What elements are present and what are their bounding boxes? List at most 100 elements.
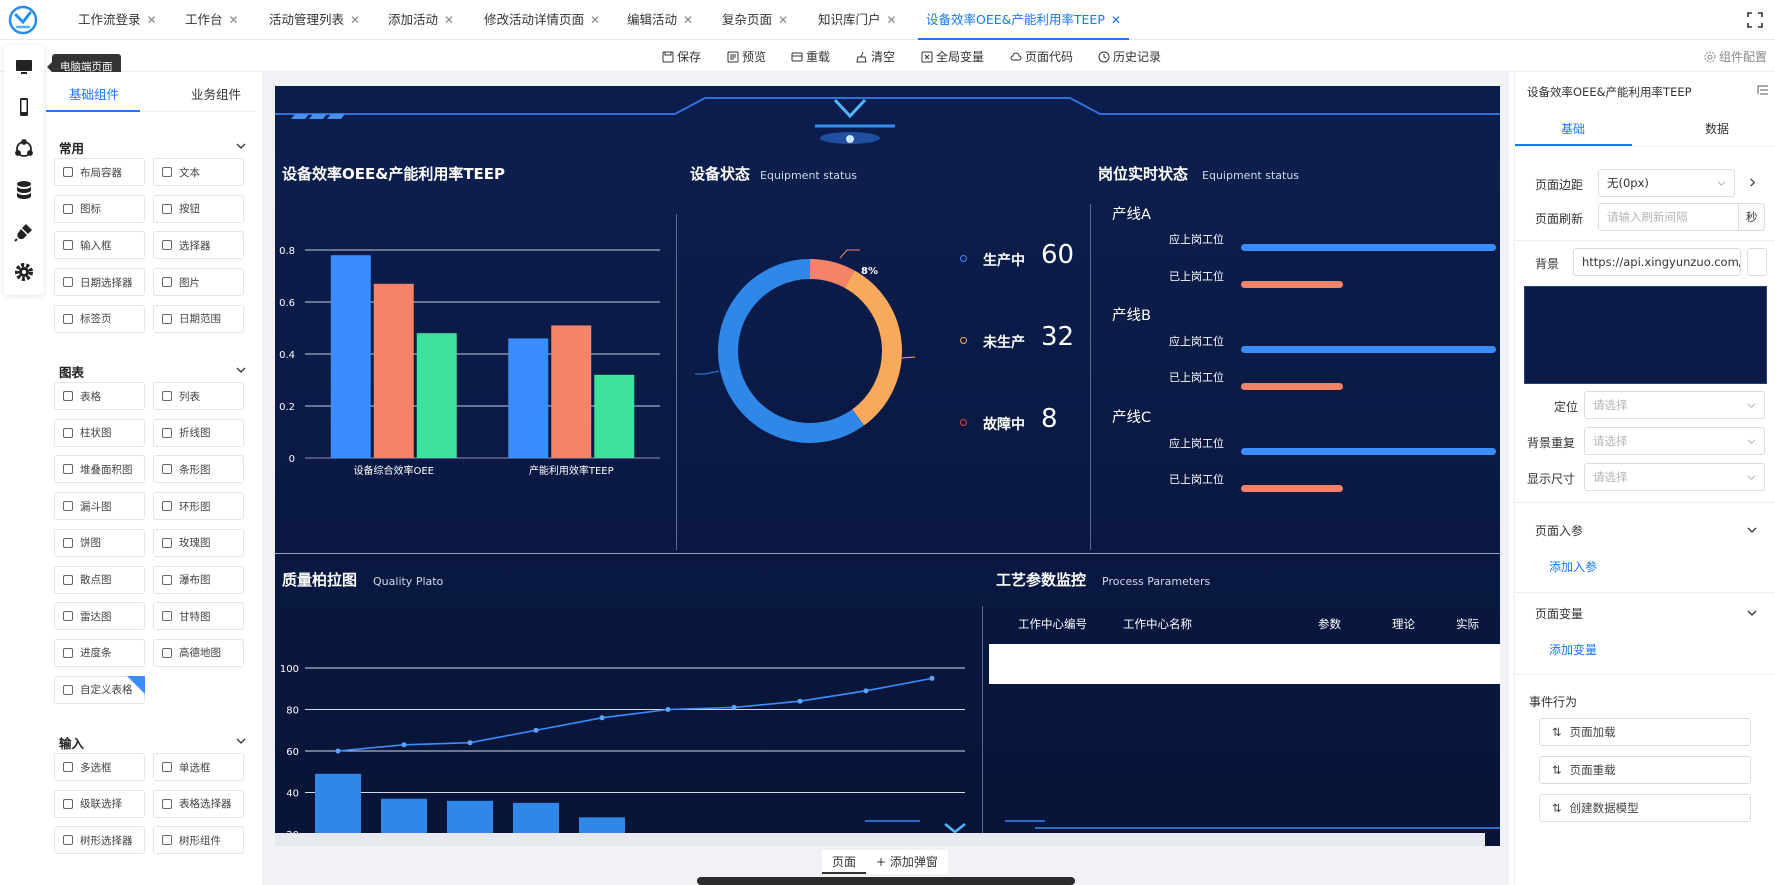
component-item[interactable]: 表格: [54, 382, 145, 410]
tree-icon[interactable]: [1757, 84, 1769, 96]
component-item[interactable]: 雷达图: [54, 602, 145, 631]
history-button[interactable]: 历史记录: [1098, 48, 1161, 65]
repeat-select[interactable]: 请选择: [1584, 427, 1765, 455]
tab-workbench[interactable]: 工作台 ✕: [185, 0, 239, 40]
component-item[interactable]: 输入框: [54, 231, 145, 260]
save-button[interactable]: 保存: [662, 48, 701, 65]
fullscreen-icon[interactable]: [1747, 12, 1763, 28]
tab-data[interactable]: 数据: [1705, 120, 1729, 137]
chevron-down-icon[interactable]: [236, 141, 246, 151]
canvas-hscroll[interactable]: [275, 833, 1485, 846]
tab-oee-teep[interactable]: 设备效率OEE&产能利用率TEEP ✕: [918, 0, 1129, 40]
component-item[interactable]: 按钮: [153, 194, 244, 223]
tab-basic[interactable]: 基础: [1561, 120, 1585, 137]
size-select[interactable]: 请选择: [1584, 463, 1765, 491]
global-vars-button[interactable]: 全局变量: [921, 48, 984, 65]
event-page-reload-button[interactable]: ⇅ 页面重载: [1539, 756, 1751, 784]
params-title: 页面入参: [1535, 524, 1584, 538]
tab-business-components[interactable]: 业务组件: [191, 84, 241, 103]
close-icon[interactable]: ✕: [147, 13, 157, 27]
close-icon[interactable]: ✕: [229, 13, 239, 27]
desktop-icon[interactable]: [12, 55, 36, 79]
margin-select[interactable]: 无(0px): [1598, 169, 1735, 197]
reload-button[interactable]: 重载: [791, 48, 830, 65]
tab-activity-list[interactable]: 活动管理列表 ✕: [269, 0, 360, 40]
component-config-button[interactable]: 组件配置: [1704, 48, 1767, 65]
event-page-load-button[interactable]: ⇅ 页面加载: [1539, 718, 1751, 746]
component-item[interactable]: 散点图: [54, 565, 145, 594]
section-inputs[interactable]: 输入: [59, 733, 84, 752]
section-charts[interactable]: 图表: [59, 362, 84, 381]
component-item[interactable]: 漏斗图: [54, 492, 145, 521]
component-item[interactable]: 玫瑰图: [153, 528, 244, 557]
dashboard-canvas[interactable]: 设备效率OEE&产能利用率TEEP 0 0.2 0.4 0.6 0.8 设备综合效率OEE…: [275, 86, 1500, 846]
component-item[interactable]: 树形选择器: [54, 826, 145, 855]
event-create-model-button[interactable]: ⇅ 创建数据模型: [1539, 794, 1751, 822]
component-item[interactable]: 级联选择: [54, 789, 145, 818]
component-item[interactable]: 折线图: [153, 418, 244, 447]
component-item[interactable]: 条形图: [153, 455, 244, 484]
component-item[interactable]: 进度条: [54, 638, 145, 667]
tab-complex-page[interactable]: 复杂页面 ✕: [722, 0, 788, 40]
component-item[interactable]: 环形图: [153, 492, 244, 521]
component-icon: [162, 835, 172, 846]
close-icon[interactable]: ✕: [1111, 13, 1121, 27]
position-select[interactable]: 请选择: [1584, 391, 1765, 419]
chevron-down-icon[interactable]: [236, 736, 246, 746]
horizontal-scrollbar[interactable]: [697, 877, 1075, 885]
component-item[interactable]: 柱状图: [54, 418, 145, 447]
tab-basic-components[interactable]: 基础组件: [69, 84, 119, 103]
chevron-down-icon[interactable]: [236, 365, 246, 375]
component-item[interactable]: 图标: [54, 194, 145, 223]
chevron-down-icon[interactable]: [1747, 525, 1757, 535]
close-icon[interactable]: ✕: [350, 13, 360, 27]
section-common[interactable]: 常用: [59, 138, 84, 157]
component-item[interactable]: 高德地图: [153, 638, 244, 667]
chevron-right-icon[interactable]: [1748, 178, 1757, 187]
background-color-picker[interactable]: [1747, 248, 1767, 276]
component-item[interactable]: 甘特图: [153, 602, 244, 631]
chevron-down-icon[interactable]: [1747, 608, 1757, 618]
close-icon[interactable]: ✕: [887, 13, 897, 27]
database-icon[interactable]: [12, 178, 36, 202]
add-param-link[interactable]: 添加入参: [1549, 558, 1597, 575]
component-item[interactable]: 树形组件: [153, 826, 244, 855]
refresh-input[interactable]: 请输入刷新间隔: [1598, 203, 1739, 231]
tab-edit-activity[interactable]: 编辑活动 ✕: [627, 0, 693, 40]
page-code-button[interactable]: 页面代码: [1010, 48, 1073, 65]
page-tab[interactable]: 页面: [822, 850, 867, 874]
plug-icon[interactable]: [12, 220, 36, 244]
close-icon[interactable]: ✕: [683, 13, 693, 27]
component-item[interactable]: 选择器: [153, 231, 244, 260]
api-icon[interactable]: [12, 137, 36, 161]
close-icon[interactable]: ✕: [778, 13, 788, 27]
close-icon[interactable]: ✕: [590, 13, 600, 27]
component-item[interactable]: 单选框: [153, 753, 244, 781]
clear-button[interactable]: 清空: [856, 48, 895, 65]
background-url-input[interactable]: https://api.xingyunzuo.com/: [1573, 248, 1741, 276]
settings-icon[interactable]: [12, 260, 36, 284]
component-item[interactable]: 日期选择器: [54, 268, 145, 297]
component-item[interactable]: 多选框: [54, 753, 145, 781]
component-item[interactable]: 列表: [153, 382, 244, 410]
component-item[interactable]: 自定义表格: [54, 675, 145, 704]
component-item[interactable]: 文本: [153, 158, 244, 186]
tab-knowledge-portal[interactable]: 知识库门户 ✕: [818, 0, 897, 40]
component-item[interactable]: 布局容器: [54, 158, 145, 186]
component-item[interactable]: 饼图: [54, 528, 145, 557]
tab-add-activity[interactable]: 添加活动 ✕: [388, 0, 454, 40]
add-var-link[interactable]: 添加变量: [1549, 641, 1597, 658]
tab-edit-activity-detail[interactable]: 修改活动详情页面 ✕: [484, 0, 600, 40]
tab-workflow-login[interactable]: 工作流登录 ✕: [78, 0, 157, 40]
component-item[interactable]: 表格选择器: [153, 789, 244, 818]
component-item[interactable]: 日期范围: [153, 304, 244, 333]
mobile-icon[interactable]: [12, 95, 36, 119]
preview-button[interactable]: 预览: [727, 48, 766, 65]
component-item[interactable]: 瀑布图: [153, 565, 244, 594]
component-item[interactable]: 标签页: [54, 304, 145, 333]
component-item[interactable]: 图片: [153, 268, 244, 297]
close-icon[interactable]: ✕: [444, 13, 454, 27]
table-row[interactable]: [989, 644, 1500, 684]
component-item[interactable]: 堆叠面积图: [54, 455, 145, 484]
add-modal-button[interactable]: + 添加弹窗: [866, 850, 948, 874]
